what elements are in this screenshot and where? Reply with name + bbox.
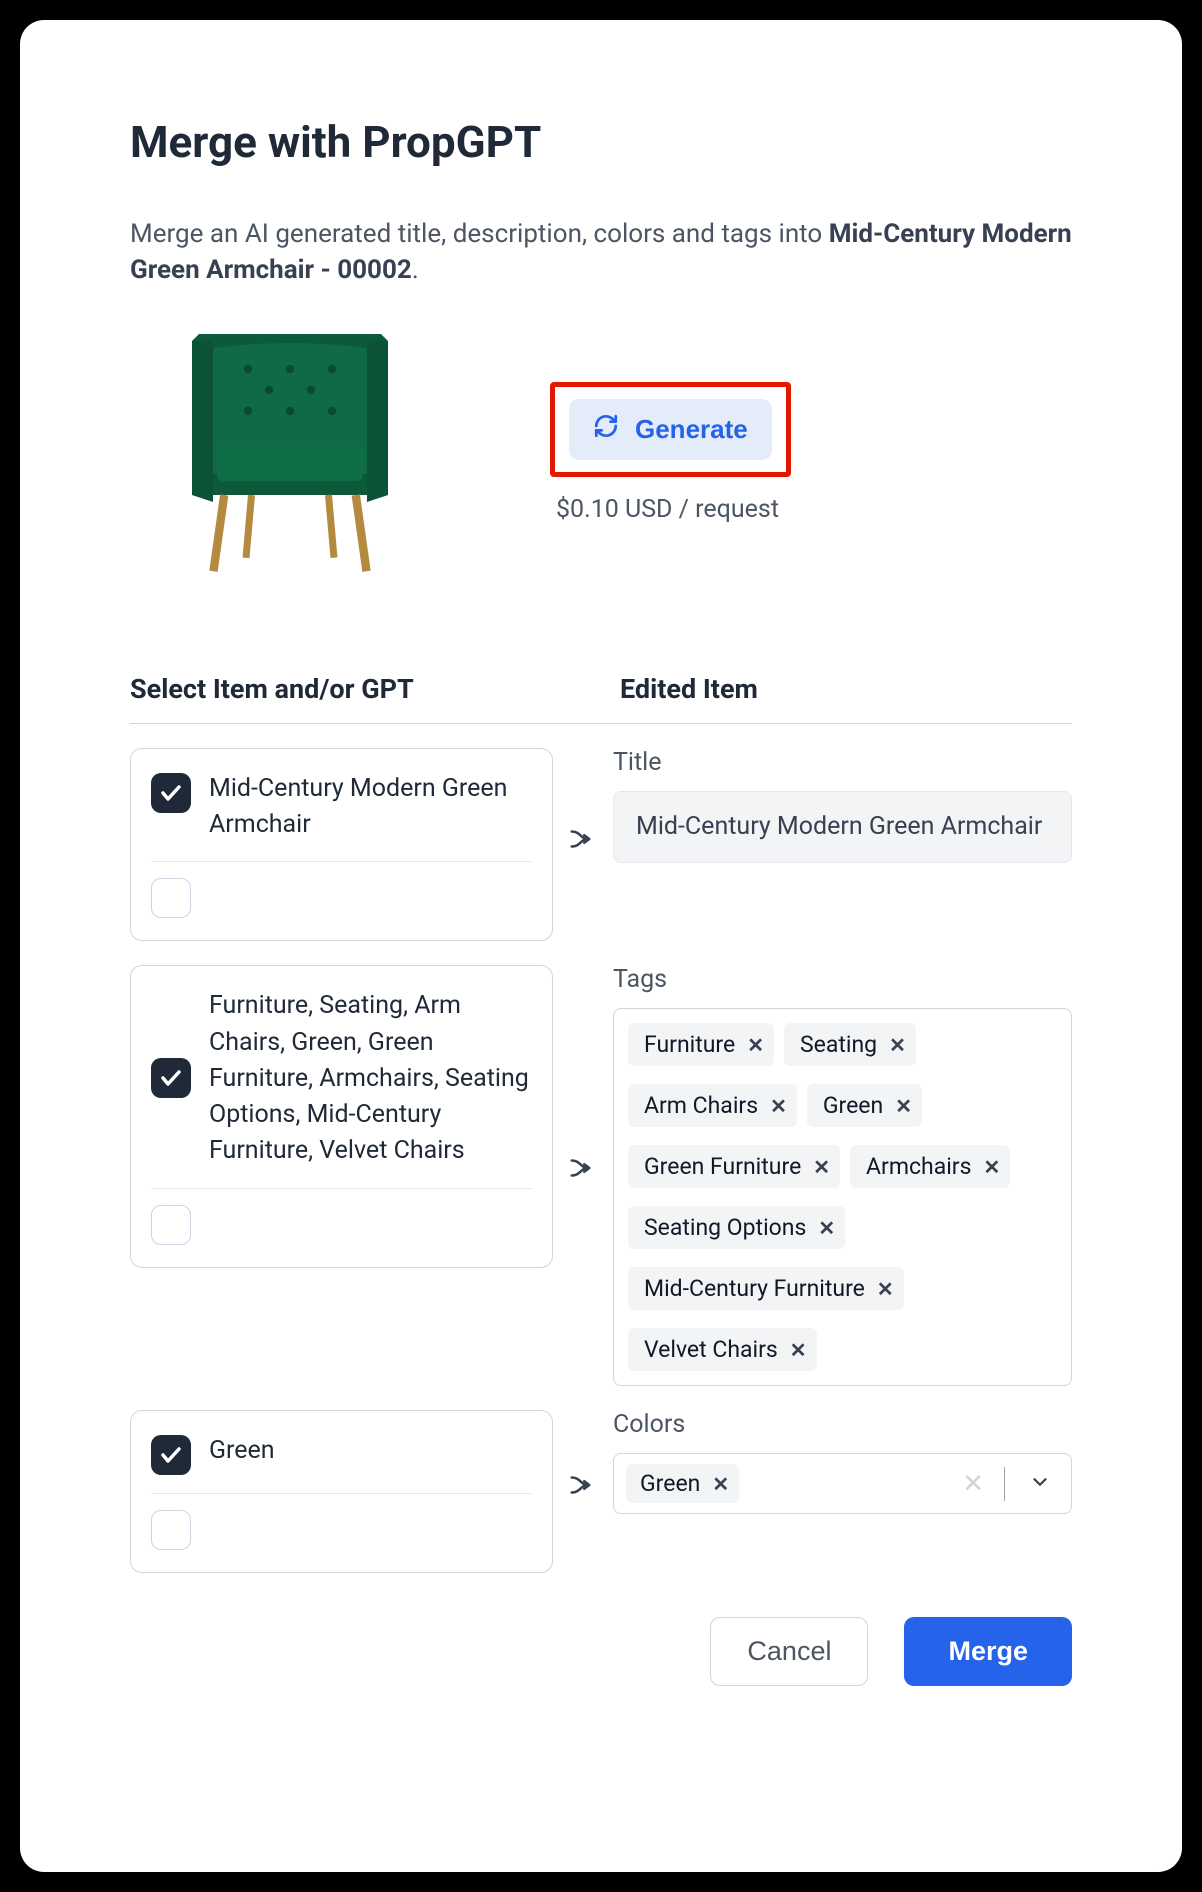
tag-chip: Arm Chairs ✕: [628, 1084, 797, 1127]
colors-source-card: Green: [130, 1410, 553, 1573]
cancel-button[interactable]: Cancel: [710, 1617, 868, 1686]
title-item-text: Mid-Century Modern Green Armchair: [209, 771, 532, 844]
tags-item-checkbox[interactable]: [151, 1058, 191, 1098]
merge-arrow-icon: [553, 1410, 613, 1500]
modal-footer: Cancel Merge: [130, 1617, 1072, 1686]
modal-subtitle: Merge an AI generated title, description…: [130, 216, 1072, 289]
tags-input[interactable]: Furniture✕Seating✕Arm Chairs✕Green✕Green…: [613, 1008, 1072, 1386]
tag-chip: Seating ✕: [784, 1023, 916, 1066]
colors-row: Green Colors Green ✕ ✕: [130, 1410, 1072, 1573]
price-per-request: $0.10 USD / request: [556, 495, 779, 524]
color-chip: Green ✕: [626, 1464, 739, 1503]
tag-label: Arm Chairs: [644, 1092, 758, 1119]
title-row: Mid-Century Modern Green Armchair Title …: [130, 748, 1072, 942]
title-edited-col: Title Mid-Century Modern Green Armchair: [613, 748, 1072, 863]
tag-remove-icon[interactable]: ✕: [983, 1155, 1000, 1179]
separator: [1004, 1467, 1005, 1501]
title-field-label: Title: [613, 748, 1072, 777]
modal-title: Merge with PropGPT: [130, 116, 1072, 168]
generate-section: Generate $0.10 USD / request: [550, 382, 791, 524]
tag-remove-icon[interactable]: ✕: [895, 1094, 912, 1118]
tag-chip: Seating Options ✕: [628, 1206, 845, 1249]
tags-edited-col: Tags Furniture ✕ Seating ✕ Arm Chairs ✕ Green ✕…: [613, 965, 1072, 1386]
colors-item-text: Green: [209, 1433, 532, 1469]
colors-item-checkbox[interactable]: [151, 1435, 191, 1475]
tag-remove-icon[interactable]: ✕: [889, 1033, 906, 1057]
tag-label: Green: [823, 1092, 883, 1119]
merge-arrow-icon: [553, 965, 613, 1183]
title-input[interactable]: Mid-Century Modern Green Armchair: [613, 791, 1072, 863]
chevron-down-icon[interactable]: [1021, 1471, 1059, 1497]
merge-button[interactable]: Merge: [904, 1617, 1072, 1686]
tag-label: Armchairs: [866, 1153, 971, 1180]
subtitle-suffix: .: [412, 255, 419, 285]
tag-chip: Velvet Chairs ✕: [628, 1328, 817, 1371]
colors-clear-icon[interactable]: ✕: [952, 1469, 994, 1499]
title-item-checkbox[interactable]: [151, 773, 191, 813]
colors-select[interactable]: Green ✕ ✕: [613, 1453, 1072, 1514]
tag-chip: Mid-Century Furniture ✕: [628, 1267, 904, 1310]
generate-highlight: Generate: [550, 382, 791, 477]
tags-item-text: Furniture, Seating, Arm Chairs, Green, G…: [209, 988, 532, 1169]
subtitle-prefix: Merge an AI generated title, description…: [130, 219, 829, 249]
merge-modal: Merge with PropGPT Merge an AI generated…: [20, 20, 1182, 1872]
colors-gpt-checkbox[interactable]: [151, 1510, 191, 1550]
tag-chip: Green Furniture ✕: [628, 1145, 840, 1188]
hero-row: Generate $0.10 USD / request: [130, 313, 1072, 593]
tags-source-card: Furniture, Seating, Arm Chairs, Green, G…: [130, 965, 553, 1267]
tag-remove-icon[interactable]: ✕: [790, 1338, 807, 1362]
merge-arrow-icon: [553, 748, 613, 854]
tag-remove-icon[interactable]: ✕: [747, 1033, 764, 1057]
tag-label: Green Furniture: [644, 1153, 801, 1180]
tag-label: Velvet Chairs: [644, 1336, 778, 1363]
color-remove-icon[interactable]: ✕: [712, 1472, 729, 1496]
item-image: [150, 313, 430, 593]
tag-remove-icon[interactable]: ✕: [877, 1277, 894, 1301]
tags-gpt-checkbox[interactable]: [151, 1205, 191, 1245]
tag-chip: Green ✕: [807, 1084, 922, 1127]
title-source-card: Mid-Century Modern Green Armchair: [130, 748, 553, 942]
tag-label: Seating Options: [644, 1214, 806, 1241]
left-column-heading: Select Item and/or GPT: [130, 673, 620, 705]
columns-header: Select Item and/or GPT Edited Item: [130, 673, 1072, 724]
tags-field-label: Tags: [613, 965, 1072, 994]
tags-row: Furniture, Seating, Arm Chairs, Green, G…: [130, 965, 1072, 1386]
title-gpt-checkbox[interactable]: [151, 878, 191, 918]
right-column-heading: Edited Item: [620, 673, 758, 705]
generate-button-label: Generate: [635, 414, 748, 445]
tag-remove-icon[interactable]: ✕: [818, 1216, 835, 1240]
tag-remove-icon[interactable]: ✕: [770, 1094, 787, 1118]
color-label: Green: [640, 1470, 700, 1497]
tag-chip: Armchairs ✕: [850, 1145, 1010, 1188]
colors-field-label: Colors: [613, 1410, 1072, 1439]
tag-remove-icon[interactable]: ✕: [813, 1155, 830, 1179]
tag-label: Seating: [800, 1031, 877, 1058]
tag-chip: Furniture ✕: [628, 1023, 774, 1066]
generate-button[interactable]: Generate: [569, 399, 772, 460]
tag-label: Mid-Century Furniture: [644, 1275, 865, 1302]
colors-edited-col: Colors Green ✕ ✕: [613, 1410, 1072, 1514]
tag-label: Furniture: [644, 1031, 735, 1058]
refresh-icon: [593, 413, 619, 446]
